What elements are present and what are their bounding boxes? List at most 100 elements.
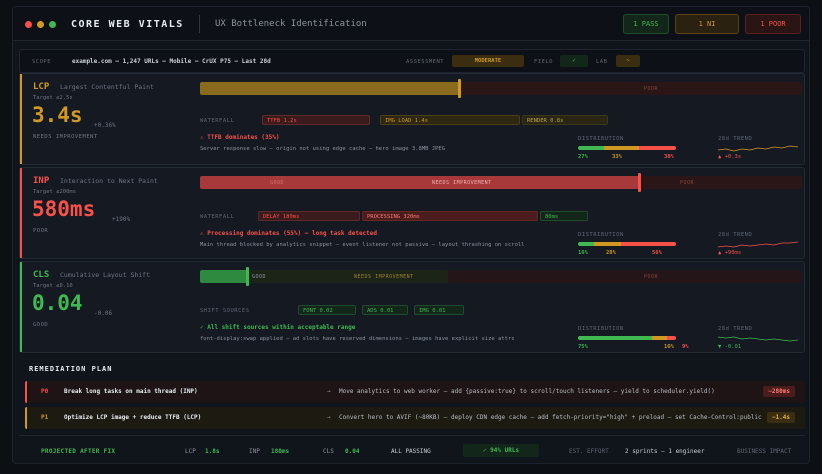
cls-trend-sparkline (718, 336, 798, 342)
cls-dist-poor (667, 336, 676, 340)
inp-distribution-label: DISTRIBUTION (578, 232, 624, 238)
close-window-icon[interactable] (25, 21, 32, 28)
lcp-seg-render[interactable]: RENDER 0.8s (522, 115, 608, 125)
cls-alert-detail: font-display:swap applied — ad slots hav… (200, 336, 515, 342)
plan-item-gain: −280ms (763, 386, 795, 397)
cls-zone-ni-label: NEEDS IMPROVEMENT (354, 274, 414, 280)
inp-seg-presentation[interactable]: 80ms (540, 211, 588, 221)
inp-p75-marker[interactable] (638, 173, 641, 192)
cls-delta: -0.06 (94, 310, 113, 317)
assessment-label: ASSESSMENT (406, 59, 445, 65)
poor-count-badge[interactable]: 1 POOR (745, 14, 801, 34)
inp-target: Target ≤200ms (33, 189, 77, 195)
scope-value: example.com — 1,247 URLs — Mobile — CrUX… (72, 58, 271, 65)
lcp-waterfall-label: WATERFALL (200, 118, 235, 124)
app-title: CORE WEB VITALS (71, 19, 184, 30)
title-bar: CORE WEB VITALS UX Bottleneck Identifica… (13, 7, 809, 41)
all-passing-label: ALL PASSING (391, 448, 431, 455)
scope-label: SCOPE (32, 59, 52, 65)
cls-sources-label: SHIFT SOURCES (200, 308, 250, 314)
cls-seg-font[interactable]: FONT 0.02 (298, 305, 356, 315)
inp-dist-ni (593, 242, 622, 246)
plan-item-p0[interactable]: P0 Break long tasks on main thread (INP)… (25, 381, 805, 403)
pass-count-badge[interactable]: 1 PASS (623, 14, 669, 34)
lab-label: LAB (596, 59, 608, 65)
cls-seg-ads[interactable]: ADS 0.01 (362, 305, 408, 315)
lab-status-icon[interactable]: ~ (616, 55, 640, 67)
lcp-seg-img-load[interactable]: IMG LOAD 1.4s (380, 115, 520, 125)
lcp-dist-ni-pct: 33% (612, 154, 622, 160)
lcp-dist-good (578, 146, 605, 150)
arrow-right-icon: → (327, 388, 331, 395)
inp-trend-sparkline (718, 241, 798, 248)
inp-zone-fill (200, 176, 640, 189)
inp-status: POOR (33, 228, 49, 234)
field-label: FIELD (534, 59, 554, 65)
cls-dist-poor-pct: 9% (682, 344, 689, 350)
maximize-window-icon[interactable] (49, 21, 56, 28)
assessment-badge: MODERATE (452, 55, 524, 67)
effort-label: EST. EFFORT (569, 448, 609, 455)
inp-dist-good-pct: 16% (578, 250, 588, 256)
cls-zone-good-label: GOOD (252, 274, 267, 280)
urls-passing-badge: ✓ 94% URLs (463, 444, 539, 457)
inp-accent (20, 168, 22, 258)
minimize-window-icon[interactable] (37, 21, 44, 28)
lcp-dist-ni (604, 146, 639, 150)
lcp-status: NEEDS IMPROVEMENT (33, 134, 98, 140)
lcp-distribution-bar (578, 146, 676, 150)
lcp-zone-poor-label: POOR (644, 86, 659, 92)
lcp-name: LCP (33, 82, 50, 92)
title-divider (199, 15, 200, 33)
lcp-trend-label: 28d TREND (718, 136, 753, 142)
inp-name: INP (33, 176, 50, 186)
lcp-zone-fill (200, 82, 461, 95)
cls-distribution-bar (578, 336, 676, 340)
lcp-description: Largest Contentful Paint (60, 83, 154, 91)
plan-title: REMEDIATION PLAN (29, 365, 113, 373)
cls-dist-good-pct: 75% (578, 344, 588, 350)
cls-alert: ✓ All shift sources within acceptable ra… (200, 324, 356, 331)
plan-item-rank: P0 (41, 388, 49, 395)
inp-trend-delta: ▲ +90ms (718, 250, 742, 256)
inp-dist-poor (621, 242, 676, 246)
cls-value: 0.04 (32, 291, 83, 315)
plan-item-p1[interactable]: P1 Optimize LCP image + reduce TTFB (LCP… (25, 407, 805, 429)
inp-description: Interaction to Next Paint (60, 177, 158, 185)
cls-dist-ni (651, 336, 668, 340)
inp-waterfall-label: WATERFALL (200, 214, 235, 220)
inp-seg-delay[interactable]: DELAY 180ms (258, 211, 360, 221)
ni-count-badge[interactable]: 1 NI (675, 14, 739, 34)
cls-p75-marker[interactable] (246, 267, 249, 286)
cls-accent (20, 262, 22, 352)
scope-bar: SCOPE example.com — 1,247 URLs — Mobile … (19, 49, 805, 73)
inp-trend-label: 28d TREND (718, 232, 753, 238)
lcp-distribution-label: DISTRIBUTION (578, 136, 624, 142)
inp-zone-poor (640, 176, 802, 189)
cls-card[interactable]: CLS Cumulative Layout Shift Target ≤0.10… (19, 261, 805, 353)
plan-item-detail: Convert hero to AVIF (~80KB) — deploy CD… (339, 414, 762, 421)
lcp-card[interactable]: LCP Largest Contentful Paint Target ≤2.5… (19, 73, 805, 165)
arrow-right-icon: → (327, 414, 331, 421)
cls-seg-img[interactable]: IMG 0.01 (414, 305, 464, 315)
cls-trend-delta: ▼ -0.01 (718, 344, 742, 350)
inp-card[interactable]: INP Interaction to Next Paint Target ≤20… (19, 167, 805, 259)
inp-zone-poor-label: POOR (680, 180, 695, 186)
projected-cls-value: 0.04 (345, 448, 360, 455)
cls-dist-good (578, 336, 652, 340)
lcp-p75-marker[interactable] (458, 79, 461, 98)
lcp-seg-ttfb[interactable]: TTFB 1.2s (262, 115, 370, 125)
inp-seg-processing[interactable]: PROCESSING 320ms (362, 211, 538, 221)
inp-dist-poor-pct: 56% (652, 250, 662, 256)
lcp-alert: ⚠ TTFB dominates (35%) (200, 134, 280, 141)
cls-trend-label: 28d TREND (718, 326, 753, 332)
lcp-dist-poor (638, 146, 676, 150)
inp-zone-ni-label: NEEDS IMPROVEMENT (432, 180, 492, 186)
inp-dist-ni-pct: 28% (606, 250, 616, 256)
plan-item-gain: −1.4s (766, 412, 795, 423)
cls-zone-poor-label: POOR (644, 274, 659, 280)
projected-inp-value: 180ms (271, 448, 290, 455)
cls-zone-ni (248, 270, 448, 283)
projection-footer: PROJECTED AFTER FIX LCP 1.8s INP 180ms C… (19, 435, 805, 463)
field-check-icon[interactable]: ✓ (560, 55, 588, 67)
